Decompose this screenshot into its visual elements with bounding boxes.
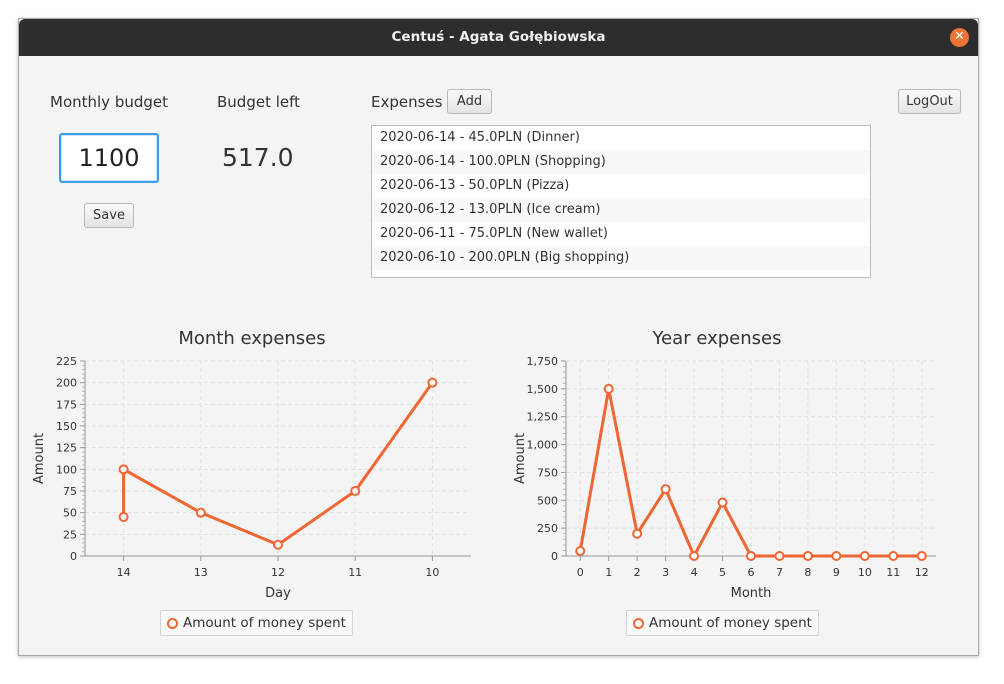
y-tick-label: 750 — [537, 466, 558, 479]
add-expense-button[interactable]: Add — [447, 89, 492, 114]
x-tick-label: 12 — [271, 566, 285, 579]
y-tick-label: 1,000 — [527, 439, 559, 452]
x-tick-label: 13 — [194, 566, 208, 579]
x-tick-label: 1 — [605, 566, 612, 579]
list-item[interactable]: 2020-06-13 - 50.0PLN (Pizza) — [372, 174, 870, 198]
logout-button[interactable]: LogOut — [898, 89, 961, 114]
app-window: Centuś - Agata Gołębiowska ✕ Monthly bud… — [18, 18, 979, 656]
x-axis-label: Month — [731, 586, 772, 601]
data-point — [774, 551, 785, 561]
month-chart-plot: 0 25 50 75 100 125 150 175 200 225 14 13 12 11 10 Day Am… — [32, 355, 471, 601]
y-tick-label: 500 — [537, 494, 558, 507]
monthly-budget-label: Monthly budget — [50, 93, 169, 111]
y-axis-label: Amount — [32, 433, 47, 484]
x-tick-label: 11 — [348, 566, 362, 579]
year-chart-plot: 02505007501,0001,2501,5001,7500 1 2 3 4 5 6 7 8 9… — [513, 355, 936, 601]
y-tick-label: 175 — [56, 398, 77, 411]
y-tick-label: 1,500 — [527, 383, 559, 396]
x-axis-label: Day — [265, 586, 291, 601]
month-expenses-chart: Month expenses 0 25 50 75 100 125 150 175 200 225… — [19, 324, 489, 636]
year-chart-title: Year expenses — [652, 328, 782, 349]
data-point — [888, 551, 899, 561]
data-point — [575, 545, 586, 556]
close-icon[interactable]: ✕ — [950, 28, 969, 47]
monthly-budget-input[interactable] — [59, 133, 159, 183]
y-tick-label: 0 — [551, 550, 558, 563]
save-button[interactable]: Save — [84, 203, 134, 228]
data-point — [746, 551, 756, 561]
list-item[interactable]: 2020-06-11 - 75.0PLN (New wallet) — [372, 222, 870, 246]
data-point — [689, 551, 700, 561]
budget-left-value: 517.0 — [222, 143, 294, 172]
data-point — [802, 551, 813, 561]
y-tick-label: 150 — [56, 420, 77, 433]
legend-label: Amount of money spent — [649, 615, 812, 631]
data-point — [660, 484, 671, 495]
x-tick-label: 12 — [915, 566, 929, 579]
data-point — [118, 464, 129, 475]
data-point — [916, 551, 927, 561]
budget-left-label: Budget left — [217, 93, 301, 111]
legend-marker-icon — [633, 618, 644, 629]
expenses-label: Expenses — [371, 93, 443, 111]
y-tick-label: 100 — [56, 463, 77, 476]
y-tick-label: 1,750 — [527, 355, 559, 368]
legend-label: Amount of money spent — [183, 615, 346, 631]
x-tick-label: 5 — [719, 566, 726, 579]
x-tick-label: 9 — [833, 566, 840, 579]
window-title: Centuś - Agata Gołębiowska — [391, 29, 606, 45]
y-tick-label: 200 — [56, 377, 77, 390]
year-chart-legend: Amount of money spent — [626, 610, 819, 636]
x-tick-label: 7 — [776, 566, 783, 579]
legend-marker-icon — [167, 618, 178, 629]
data-point — [859, 551, 870, 561]
data-point — [717, 497, 728, 508]
x-tick-label: 10 — [858, 566, 872, 579]
list-item[interactable]: 2020-06-12 - 13.0PLN (Ice cream) — [372, 198, 870, 222]
list-item[interactable]: 2020-06-14 - 100.0PLN (Shopping) — [372, 150, 870, 174]
list-item[interactable]: 2020-06-10 - 200.0PLN (Big shopping) — [372, 246, 870, 270]
data-point — [273, 539, 283, 550]
list-item[interactable]: 2020-06-14 - 45.0PLN (Dinner) — [372, 126, 870, 150]
data-point — [632, 528, 643, 539]
x-tick-label: 0 — [577, 566, 584, 579]
data-point — [603, 383, 614, 394]
x-tick-label: 8 — [804, 566, 811, 579]
y-tick-label: 75 — [63, 485, 77, 498]
month-chart-title: Month expenses — [178, 328, 326, 349]
y-tick-label: 125 — [56, 442, 77, 455]
x-tick-label: 14 — [117, 566, 131, 579]
data-point — [831, 551, 842, 561]
data-point — [195, 507, 206, 518]
expense-list[interactable]: 2020-06-14 - 45.0PLN (Dinner) 2020-06-14… — [371, 125, 871, 278]
x-tick-label: 3 — [662, 566, 669, 579]
data-point — [118, 512, 129, 522]
y-tick-label: 0 — [70, 550, 77, 563]
x-tick-label: 11 — [886, 566, 900, 579]
year-expenses-chart: Year expenses 0 250 500 750 1,000 1,250 1,500 1… — [489, 324, 980, 636]
x-tick-label: 4 — [691, 566, 698, 579]
data-point — [427, 377, 438, 388]
x-tick-label: 6 — [748, 566, 755, 579]
y-tick-label: 225 — [56, 355, 77, 368]
x-tick-label: 2 — [634, 566, 641, 579]
data-point — [350, 486, 361, 496]
y-tick-label: 250 — [537, 522, 558, 535]
y-tick-label: 25 — [63, 528, 77, 541]
y-axis-label: Amount — [513, 433, 528, 484]
x-tick-label: 10 — [425, 566, 439, 579]
title-bar[interactable]: Centuś - Agata Gołębiowska ✕ — [19, 19, 978, 56]
month-chart-legend: Amount of money spent — [160, 610, 353, 636]
y-tick-label: 50 — [63, 507, 77, 520]
y-tick-label: 1,250 — [527, 411, 559, 424]
